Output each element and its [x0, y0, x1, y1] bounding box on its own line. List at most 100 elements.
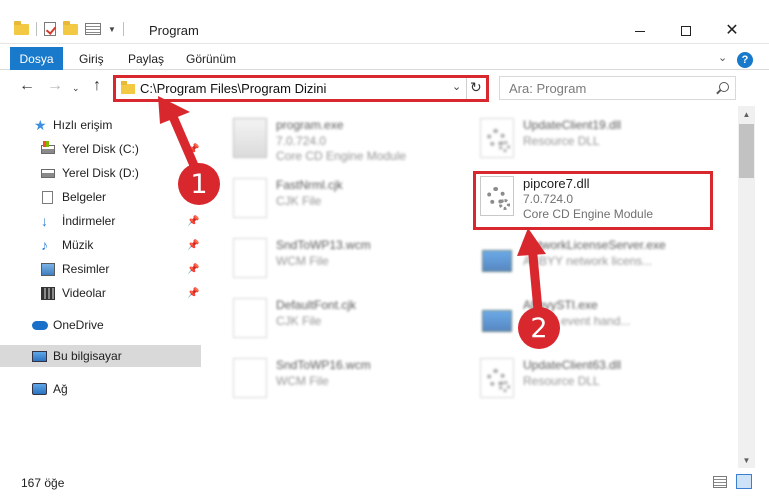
pin-icon[interactable]: 📌 — [187, 144, 199, 155]
file-version: 7.0.724.0 — [276, 134, 327, 148]
tab-home[interactable]: Giriş — [79, 52, 104, 66]
list-item[interactable]: SndToWP13.wcm WCM File — [233, 234, 473, 286]
documents-icon — [42, 190, 53, 204]
download-icon: ↓ — [41, 212, 48, 229]
file-icon — [233, 298, 267, 338]
file-name: DefaultFont.cjk — [276, 298, 357, 312]
pin-icon[interactable]: 📌 — [187, 264, 199, 275]
sidebar-item-this-pc[interactable]: Bu bilgisayar — [0, 345, 201, 367]
maximize-button[interactable] — [663, 22, 709, 40]
help-button[interactable]: ? — [737, 52, 753, 68]
minimize-button[interactable] — [617, 22, 663, 40]
step-badge-1: 1 — [178, 163, 220, 205]
file-type: WCM File — [276, 374, 329, 388]
sidebar-item-downloads[interactable]: ↓ İndirmeler 📌 — [0, 210, 201, 232]
forward-arrow-icon[interactable]: → — [47, 77, 63, 95]
exe-file-icon — [480, 298, 514, 338]
back-arrow-icon[interactable]: ← — [19, 77, 35, 95]
folder-icon — [14, 20, 29, 35]
details-view-icon[interactable] — [713, 476, 727, 488]
sidebar-item-videos[interactable]: Videolar 📌 — [0, 282, 201, 304]
scroll-down-icon[interactable]: ▼ — [738, 452, 755, 468]
sidebar-item-pictures[interactable]: Resimler 📌 — [0, 258, 201, 280]
sidebar-item-music[interactable]: ♪ Müzik 📌 — [0, 234, 201, 256]
tab-file[interactable]: Dosya — [10, 47, 63, 70]
address-bar[interactable]: C:\Program Files\Program Dizini ⌄ ↻ — [113, 75, 489, 102]
sidebar-item-label: Belgeler — [62, 190, 107, 204]
file-list: program.exe 7.0.724.0 Core CD Engine Mod… — [207, 106, 737, 466]
list-item[interactable]: program.exe 7.0.724.0 Core CD Engine Mod… — [233, 114, 473, 166]
address-path[interactable]: C:\Program Files\Program Dizini — [140, 81, 326, 96]
maximize-icon — [681, 26, 691, 36]
window-title: Program — [149, 23, 199, 38]
close-icon: ✕ — [725, 22, 739, 39]
file-name: NetworkLicenseServer.exe — [523, 238, 666, 252]
refresh-icon[interactable]: ↻ — [470, 79, 482, 96]
pin-icon[interactable]: 📌 — [187, 240, 199, 251]
music-icon: ♪ — [41, 236, 48, 253]
list-item[interactable]: NetworkLicenseServer.exe ABBYY network l… — [480, 234, 720, 286]
scroll-up-icon[interactable]: ▲ — [738, 106, 755, 122]
address-dropdown-icon[interactable]: ⌄ — [452, 80, 461, 93]
item-count: 167 öğe — [21, 476, 65, 490]
sidebar-item-label: Bu bilgisayar — [53, 349, 122, 363]
search-input[interactable]: Ara: Program — [499, 76, 736, 100]
sidebar-item-label: İndirmeler — [62, 214, 116, 228]
navigation-bar: ← → ⌄ ↑ C:\Program Files\Program Dizini … — [0, 71, 769, 105]
title-bar: ▼ Program ✕ — [0, 0, 769, 44]
sidebar-item-quick-access[interactable]: ★ Hızlı erişim — [0, 114, 201, 136]
ribbon-tabs: Dosya Giriş Paylaş Görünüm ⌄ ? — [0, 44, 769, 70]
properties-check-icon[interactable] — [44, 22, 56, 36]
list-item[interactable]: UpdateClient63.dll Resource DLL — [480, 354, 720, 406]
sidebar-item-onedrive[interactable]: OneDrive — [0, 314, 201, 336]
list-item[interactable]: SndToWP16.wcm WCM File — [233, 354, 473, 406]
pin-icon[interactable]: 📌 — [187, 216, 199, 227]
pin-icon[interactable]: 📌 — [187, 288, 199, 299]
dll-file-icon — [480, 358, 514, 398]
list-item[interactable]: DefaultFont.cjk CJK File — [233, 294, 473, 346]
dll-file-icon — [480, 118, 514, 158]
close-button[interactable]: ✕ — [709, 22, 755, 40]
navigation-pane: ★ Hızlı erişim Yerel Disk (C:) 📌 Yerel D… — [0, 106, 206, 466]
file-highlight-box — [473, 171, 713, 230]
this-pc-icon — [32, 350, 47, 362]
sidebar-item-local-disk-c[interactable]: Yerel Disk (C:) 📌 — [0, 138, 201, 160]
sidebar-item-network[interactable]: Ağ — [0, 378, 201, 400]
sidebar-item-label: Resimler — [62, 262, 110, 276]
recent-dropdown-icon[interactable]: ⌄ — [72, 83, 80, 94]
file-type: WCM File — [276, 254, 329, 268]
file-name: SndToWP16.wcm — [276, 358, 371, 372]
list-item[interactable]: UpdateClient19.dll Resource DLL — [480, 114, 720, 166]
tab-share[interactable]: Paylaş — [128, 52, 164, 66]
chevron-down-icon[interactable]: ⌄ — [718, 51, 727, 64]
network-icon — [32, 383, 47, 395]
tab-view[interactable]: Görünüm — [186, 52, 236, 66]
view-details-icon[interactable] — [85, 23, 101, 35]
sidebar-item-documents[interactable]: Belgeler 📌 — [0, 186, 201, 208]
file-name: UpdateClient63.dll — [523, 358, 622, 372]
sidebar-item-label: Videolar — [62, 286, 106, 300]
sidebar-item-label: Hızlı erişim — [53, 118, 113, 132]
star-icon: ★ — [34, 116, 47, 133]
file-icon — [233, 238, 267, 278]
sidebar-item-label: Yerel Disk (C:) — [62, 142, 139, 156]
up-arrow-icon[interactable]: ↑ — [93, 77, 101, 95]
large-icons-view-icon[interactable] — [736, 474, 752, 489]
file-icon — [233, 178, 267, 218]
folder-icon — [121, 81, 135, 94]
exe-file-icon — [480, 238, 514, 278]
sidebar-item-label: Yerel Disk (D:) — [62, 166, 139, 180]
drive-icon — [41, 168, 55, 178]
list-item[interactable]: AbbyySTI.exe STI cd event hand... — [480, 294, 720, 346]
list-item[interactable]: FastNrml.cjk CJK File — [233, 174, 473, 226]
scroll-thumb[interactable] — [739, 124, 754, 178]
vertical-scrollbar[interactable]: ▲ ▼ — [738, 106, 755, 468]
divider — [466, 78, 467, 99]
onedrive-icon — [32, 320, 48, 330]
exe-file-icon — [233, 118, 267, 158]
minimize-icon — [635, 30, 645, 32]
sidebar-item-local-disk-d[interactable]: Yerel Disk (D:) 📌 — [0, 162, 201, 184]
customize-dropdown-icon[interactable]: ▼ — [108, 25, 116, 34]
new-folder-icon[interactable] — [63, 20, 78, 35]
search-icon[interactable] — [719, 82, 729, 92]
